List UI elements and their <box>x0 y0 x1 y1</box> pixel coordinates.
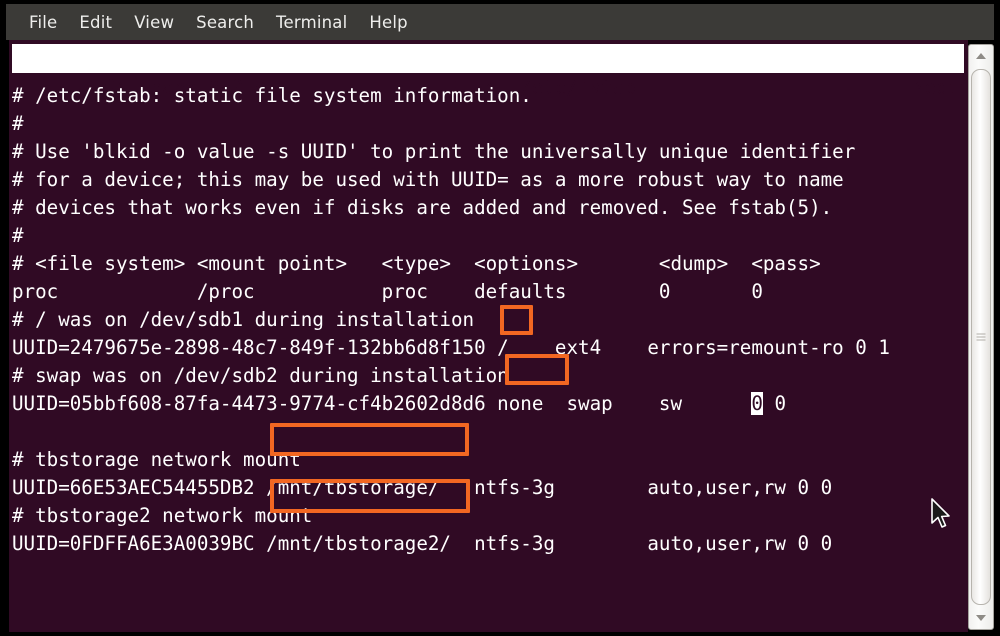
scroll-up-button[interactable] <box>969 45 993 67</box>
scrollbar-thumb[interactable] <box>971 69 991 605</box>
editor-line[interactable] <box>12 418 962 446</box>
chevron-up-icon <box>976 53 986 59</box>
editor-line[interactable]: # <file system> <mount point> <type> <op… <box>12 250 962 278</box>
editor-line[interactable]: # tbstorage2 network mount <box>12 502 962 530</box>
grip-icon <box>976 333 986 341</box>
editor-line[interactable]: # tbstorage network mount <box>12 446 962 474</box>
editor-line[interactable]: UUID=05bbf608-87fa-4473-9774-cf4b2602d8d… <box>12 390 962 418</box>
menu-item-search[interactable]: Search <box>185 11 265 34</box>
editor-line[interactable]: # devices that works even if disks are a… <box>12 194 962 222</box>
menu-item-help[interactable]: Help <box>358 11 418 34</box>
menu-item-view[interactable]: View <box>123 11 185 34</box>
terminal-content[interactable]: GNU nano 2.0.9 File: /etc/fstab Modified… <box>6 40 968 632</box>
editor-line[interactable]: # swap was on /dev/sdb2 during installat… <box>12 362 962 390</box>
editor-line[interactable]: proc /proc proc defaults 0 0 <box>12 278 962 306</box>
terminal-window: File Edit View Search Terminal Help GNU … <box>0 0 1000 636</box>
editor-line[interactable]: # Use 'blkid -o value -s UUID' to print … <box>12 138 962 166</box>
menu-item-file[interactable]: File <box>18 11 68 34</box>
editor-line[interactable]: UUID=0FDFFA6E3A0039BC /mnt/tbstorage2/ n… <box>12 530 962 558</box>
chevron-down-icon <box>976 615 986 621</box>
text-cursor: 0 <box>751 392 763 415</box>
vertical-scrollbar[interactable] <box>968 44 994 630</box>
menu-item-edit[interactable]: Edit <box>68 11 123 34</box>
editor-line[interactable]: UUID=2479675e-2898-48c7-849f-132bb6d8f15… <box>12 334 962 362</box>
nano-shortcut-bar: ^G Get Help ^O WriteOut ^R Read File ^Y … <box>12 608 964 632</box>
editor-line[interactable]: # / was on /dev/sdb1 during installation <box>12 306 962 334</box>
menu-item-terminal[interactable]: Terminal <box>265 11 358 34</box>
editor-line[interactable]: # /etc/fstab: static file system informa… <box>12 82 962 110</box>
editor-line[interactable]: # for a device; this may be used with UU… <box>12 166 962 194</box>
editor-buffer[interactable]: # /etc/fstab: static file system informa… <box>12 82 962 558</box>
editor-line[interactable]: # <box>12 110 962 138</box>
scroll-down-button[interactable] <box>969 607 993 629</box>
menu-bar: File Edit View Search Terminal Help <box>6 4 994 40</box>
editor-line[interactable]: UUID=66E53AEC54455DB2 /mnt/tbstorage/ nt… <box>12 474 962 502</box>
nano-title-bar: GNU nano 2.0.9 File: /etc/fstab Modified <box>12 44 968 99</box>
editor-line[interactable]: # <box>12 222 962 250</box>
